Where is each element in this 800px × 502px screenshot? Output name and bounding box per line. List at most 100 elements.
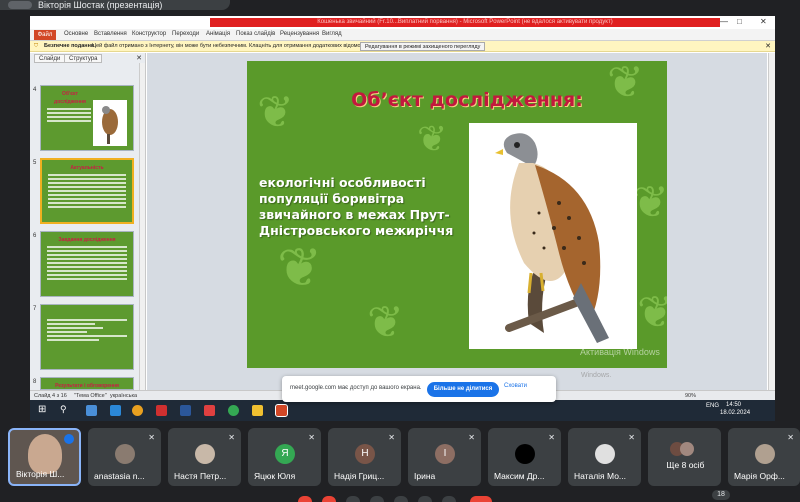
- thumbnail-slide-8[interactable]: Результати і обговорення: [40, 377, 134, 390]
- close-bar-icon[interactable]: ✕: [765, 41, 771, 52]
- participant-name: Наталія Мо...: [574, 471, 627, 481]
- powerpoint-icon[interactable]: [275, 404, 288, 417]
- tab-slides[interactable]: Слайди: [34, 54, 66, 63]
- tab-file[interactable]: Файл: [34, 30, 56, 40]
- share-banner-text: meet.google.com має доступ до вашого екр…: [290, 385, 422, 391]
- participant-tile[interactable]: Вікторія Ш...: [8, 428, 81, 486]
- close-icon[interactable]: ✕: [760, 17, 767, 26]
- mic-off-icon: ✕: [787, 433, 794, 442]
- search-icon[interactable]: ⚲: [60, 404, 67, 415]
- participant-tile[interactable]: ✕ Максим Др...: [488, 428, 561, 486]
- kestrel-image: [469, 123, 637, 349]
- reactions-button[interactable]: [370, 496, 384, 502]
- file-explorer-icon[interactable]: [252, 405, 263, 416]
- slide-body-text: екологічні особливості популяції боривіт…: [259, 175, 454, 238]
- presenter-label: Вікторія Шостак (презентація): [38, 0, 163, 10]
- clock-time: 14:50: [726, 402, 742, 408]
- participant-name: Ірина: [414, 471, 436, 481]
- tab-animation[interactable]: Анімація: [206, 31, 230, 37]
- mic-off-icon: ✕: [228, 433, 235, 442]
- chrome-profile-icon[interactable]: [228, 405, 239, 416]
- butterfly-decoration: ❦: [257, 88, 294, 137]
- word-icon[interactable]: [180, 405, 191, 416]
- speaking-indicator-icon: [64, 434, 74, 444]
- tab-outline[interactable]: Структура: [64, 54, 103, 63]
- captions-button[interactable]: [346, 496, 360, 502]
- thumbnail-title: Об'єкт дослідження: [54, 91, 86, 105]
- minimize-icon[interactable]: —: [720, 17, 728, 26]
- more-participants-tile[interactable]: Ще 8 осіб: [648, 428, 721, 486]
- tab-design[interactable]: Конструктор: [132, 31, 166, 37]
- clock-date: 18.02.2024: [720, 410, 751, 416]
- stop-sharing-button[interactable]: Більше не ділитися: [427, 382, 499, 397]
- participant-name: anastasia n...: [94, 471, 145, 481]
- participant-tile[interactable]: ✕ anastasia n...: [88, 428, 161, 486]
- mic-off-icon: ✕: [148, 433, 155, 442]
- hide-banner-button[interactable]: Сховати: [504, 383, 527, 389]
- thumbnail-slide-7[interactable]: [40, 304, 134, 370]
- current-slide[interactable]: ❦ ❦ ❦ ❦ ❦ ❦ ❦ Об’єкт дослідження: еколог…: [247, 61, 667, 368]
- avatar: Я: [275, 444, 295, 464]
- slide-scrollbar[interactable]: [768, 53, 775, 390]
- edge-icon[interactable]: [110, 405, 121, 416]
- thumbnail-number: 6: [33, 233, 37, 239]
- tab-slideshow[interactable]: Показ слайдів: [236, 31, 275, 37]
- tab-home[interactable]: Основне: [64, 31, 88, 37]
- participant-tile[interactable]: ✕ Настя Петр...: [168, 428, 241, 486]
- camera-button[interactable]: [322, 496, 336, 502]
- thumbnail-text: [48, 174, 126, 210]
- windows-activation-watermark: Активація Windows: [580, 347, 660, 357]
- language-tray[interactable]: ENG: [706, 403, 719, 409]
- windows-taskbar: ⊞ ⚲ ENG 14:50 18.02.2024: [30, 400, 775, 421]
- leave-call-button[interactable]: [470, 496, 492, 502]
- participant-tile[interactable]: ✕ І Ірина: [408, 428, 481, 486]
- avatar: [515, 444, 535, 464]
- thumbnail-number: 8: [33, 379, 37, 385]
- window-title: Кошенька звичайний (Fr.10...Виплатний по…: [210, 18, 720, 27]
- participant-name: Настя Петр...: [174, 471, 227, 481]
- windows-start-icon[interactable]: ⊞: [38, 404, 46, 415]
- hand-button[interactable]: [418, 496, 432, 502]
- present-button[interactable]: [394, 496, 408, 502]
- tab-view[interactable]: Вигляд: [322, 31, 342, 37]
- thumbnail-slide-5[interactable]: Актуальність: [40, 158, 134, 224]
- mic-button[interactable]: [298, 496, 312, 502]
- thumbnail-slide-6[interactable]: Завдання дослідження: [40, 231, 134, 297]
- thumbnail-text: [47, 246, 127, 282]
- butterfly-decoration: ❦: [367, 298, 404, 347]
- enable-editing-button[interactable]: Редагування в режимі захищеного перегляд…: [360, 42, 486, 51]
- close-panel-icon[interactable]: ✕: [136, 54, 142, 62]
- participant-name: Максим Др...: [494, 471, 545, 481]
- tab-transitions[interactable]: Переходи: [172, 31, 199, 37]
- protected-view-message: Цей файл отримано з Інтернету, він може …: [92, 43, 374, 49]
- panel-scrollbar[interactable]: [139, 63, 145, 390]
- participant-tile[interactable]: ✕ Н Надія Гриц...: [328, 428, 401, 486]
- butterfly-decoration: ❦: [277, 238, 323, 298]
- mic-off-icon: ✕: [628, 433, 635, 442]
- mic-off-icon: ✕: [388, 433, 395, 442]
- thumbnail-slide-4[interactable]: Об'єкт дослідження: [40, 85, 134, 151]
- protected-view-label: Безпечне подання: [44, 43, 95, 49]
- pdf-icon[interactable]: [204, 405, 215, 416]
- thumbnail-title: Актуальність: [70, 165, 104, 171]
- participant-tile[interactable]: ✕ Наталія Мо...: [568, 428, 641, 486]
- participant-tile[interactable]: ✕ Я Яцюк Юля: [248, 428, 321, 486]
- maximize-icon[interactable]: □: [737, 17, 742, 26]
- chrome-icon[interactable]: [132, 405, 143, 416]
- screen-share-banner: meet.google.com має доступ до вашого екр…: [282, 376, 556, 402]
- participant-tile[interactable]: ✕ Марія Орф...: [728, 428, 800, 486]
- butterfly-decoration: ❦: [417, 118, 448, 159]
- butterfly-decoration: ❦: [632, 178, 667, 227]
- thumbnail-text: [47, 319, 127, 343]
- more-options-button[interactable]: [442, 496, 456, 502]
- protected-view-bar: ⛉ Безпечне подання Цей файл отримано з І…: [30, 41, 775, 52]
- app-icon[interactable]: [156, 405, 167, 416]
- mic-off-icon: ✕: [468, 433, 475, 442]
- avatar: І: [435, 444, 455, 464]
- tab-review[interactable]: Рецензування: [280, 31, 319, 37]
- ribbon-tabs: Файл Основне Вставлення Конструктор Пере…: [30, 29, 775, 41]
- task-view-icon[interactable]: [86, 405, 97, 416]
- mic-off-icon: ✕: [308, 433, 315, 442]
- tab-insert[interactable]: Вставлення: [94, 31, 127, 37]
- thumbnail-number: 7: [33, 306, 37, 312]
